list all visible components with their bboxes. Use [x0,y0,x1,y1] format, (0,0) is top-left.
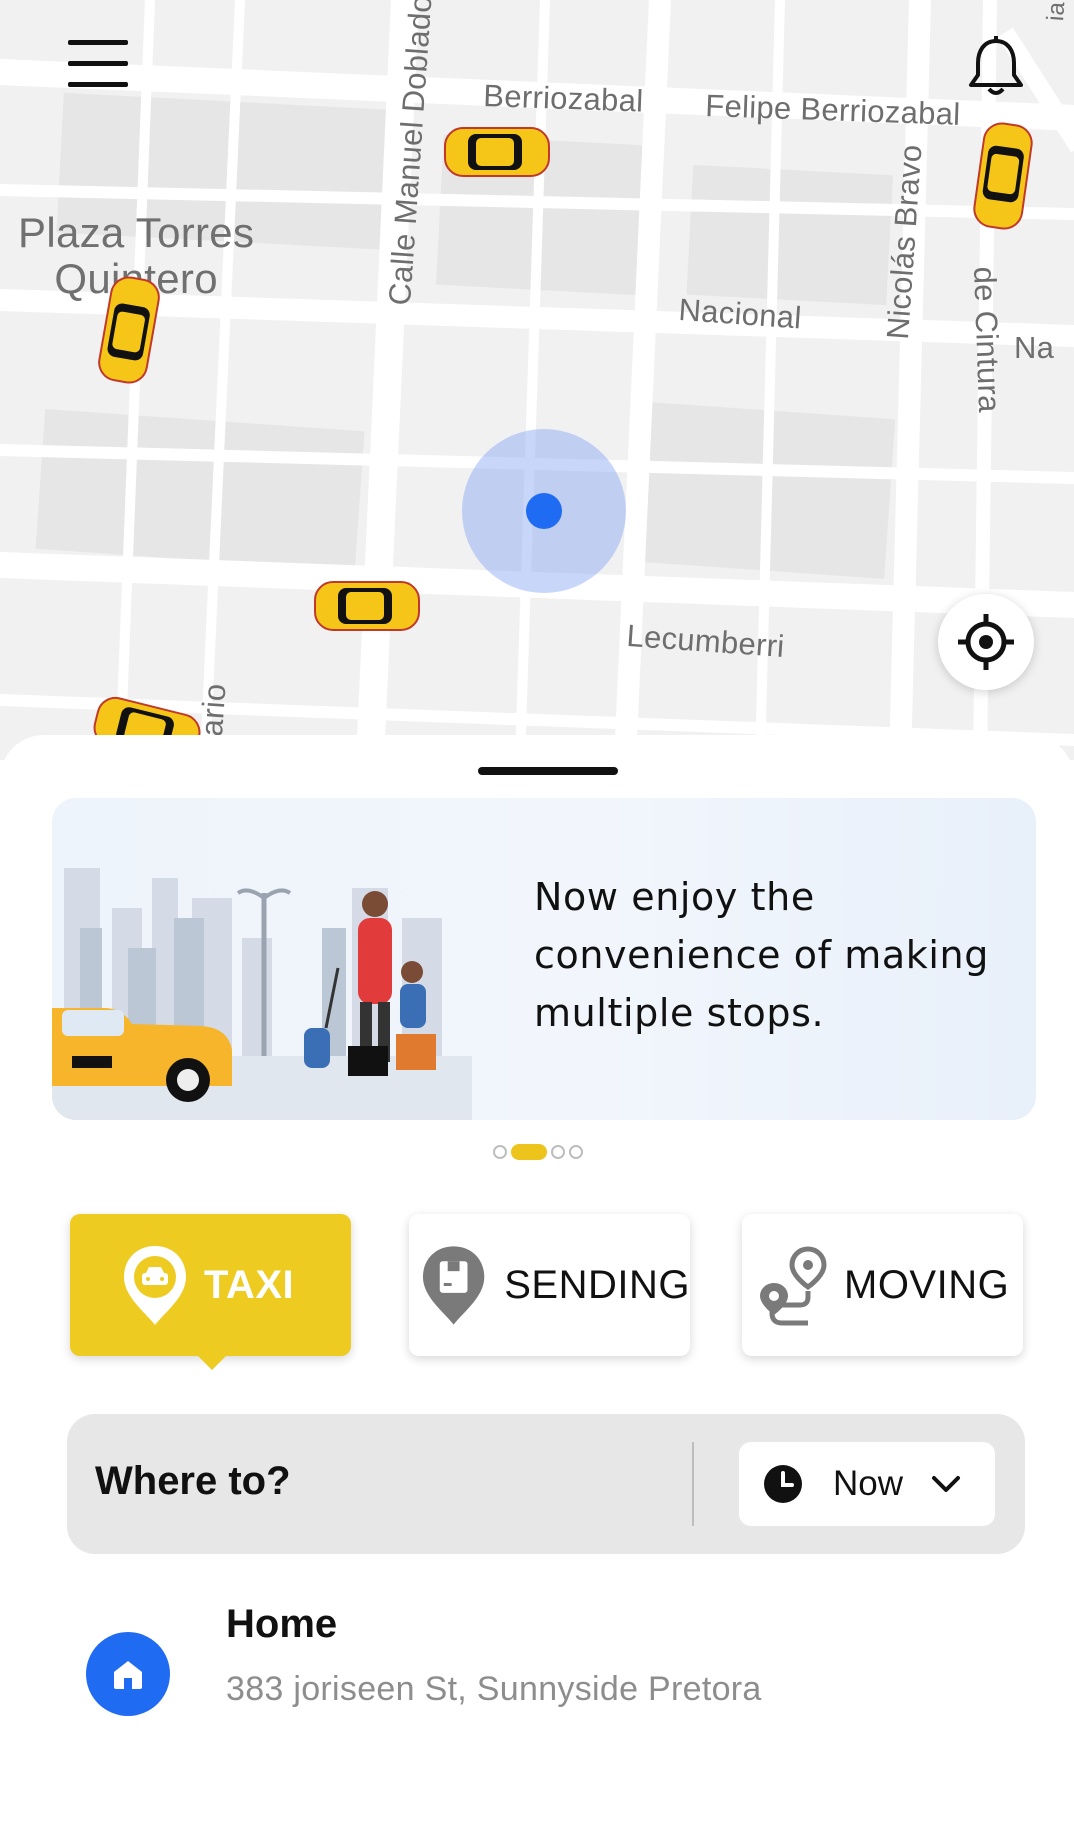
where-to-bar[interactable]: Where to? Now [67,1414,1025,1554]
service-taxi-button[interactable]: TAXI [70,1214,351,1370]
taxi-car-icon [314,581,420,631]
bell-icon [969,36,1023,95]
user-location-dot [526,493,562,529]
package-pin-icon [422,1246,485,1325]
pagination-dot[interactable] [551,1145,565,1159]
saved-place-address: 383 joriseen St, Sunnyside Pretora [226,1670,762,1708]
chevron-down-icon [932,1476,961,1492]
where-to-divider [692,1442,694,1526]
clock-icon [764,1465,802,1503]
home-icon-badge [86,1632,170,1716]
service-sending-label: SENDING [504,1262,690,1307]
notifications-button[interactable] [958,28,1034,104]
street-label-de-cintura: de Cintura [967,266,1008,414]
taxi-car-icon [444,127,550,177]
banner-pagination [493,1142,583,1162]
home-icon [114,1661,142,1689]
taxi-pin-icon [124,1246,186,1325]
hamburger-menu-icon [68,40,128,87]
route-icon [760,1246,827,1326]
pagination-dot[interactable] [493,1145,507,1159]
promo-illustration [52,868,472,1120]
pagination-dot[interactable] [569,1145,583,1159]
street-label-na: Na [1014,330,1055,365]
saved-place-home[interactable]: Home 383 joriseen St, Sunnyside Pretora [68,1600,1028,1750]
where-to-label[interactable]: Where to? [95,1414,291,1548]
saved-place-name: Home [226,1602,338,1646]
service-taxi-label: TAXI [204,1262,295,1307]
promo-banner-text: Now enjoy the convenience of making mult… [534,875,989,1035]
app-screen: Berriozabal Felipe Berriozabal Calle Man… [0,0,1074,1843]
map-view[interactable]: Berriozabal Felipe Berriozabal Calle Man… [0,0,1074,760]
pagination-dot-active[interactable] [511,1144,547,1160]
user-location-marker [462,429,626,593]
promo-banner[interactable]: Now enjoy the convenience of making mult… [52,798,1036,1120]
street-label-ia: ia [1042,0,1071,22]
sheet-drag-handle[interactable] [478,767,618,775]
crosshair-icon [958,614,1014,670]
time-selector-dropdown[interactable]: Now [739,1442,995,1526]
locate-me-button[interactable] [938,594,1034,690]
menu-button[interactable] [58,26,138,102]
service-moving-button[interactable]: MOVING [742,1214,1023,1356]
service-sending-button[interactable]: SENDING [409,1214,690,1356]
service-moving-label: MOVING [844,1262,1010,1307]
time-selector-value: Now [833,1464,904,1503]
street-label-berriozabal: Berriozabal [482,78,645,119]
